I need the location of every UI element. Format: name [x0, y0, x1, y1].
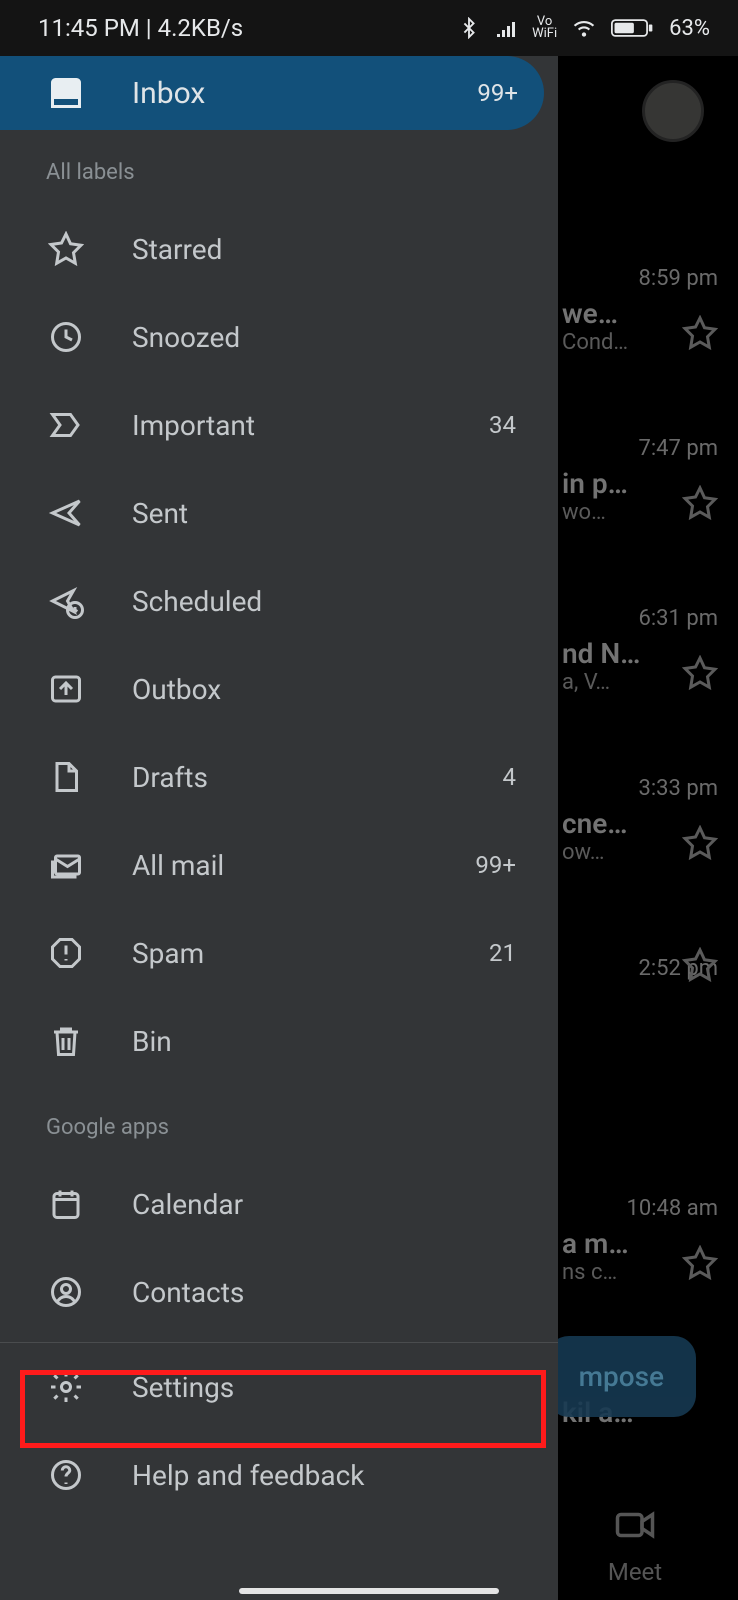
bottom-nav-meet[interactable]: Meet — [562, 1504, 708, 1586]
mail-time: 10:48 am — [562, 1196, 718, 1221]
drawer-item-all-mail[interactable]: All mail 99+ — [0, 821, 558, 909]
all-mail-icon — [48, 847, 84, 883]
drawer-item-contacts[interactable]: Contacts — [0, 1248, 558, 1336]
drawer-item-label: Starred — [132, 233, 516, 266]
drawer-item-label: Scheduled — [132, 585, 516, 618]
drawer-item-label: Help and feedback — [132, 1459, 516, 1492]
mail-item[interactable]: 6:31 pm nd N… a, V… — [562, 606, 718, 695]
drawer-item-snoozed[interactable]: Snoozed — [0, 293, 558, 381]
compose-button[interactable]: mpose — [547, 1336, 696, 1417]
drawer-item-inbox[interactable]: Inbox 99+ — [0, 56, 544, 130]
calendar-icon — [48, 1186, 84, 1222]
mail-snippet: ns c… — [562, 1260, 617, 1285]
star-icon[interactable] — [682, 1245, 718, 1285]
vowifi-indicator: Vo WiFi — [532, 16, 557, 40]
gesture-bar — [239, 1588, 499, 1594]
contacts-icon — [48, 1274, 84, 1310]
scheduled-icon — [48, 583, 84, 619]
battery-icon — [611, 17, 655, 39]
drawer-item-scheduled[interactable]: Scheduled — [0, 557, 558, 645]
section-google-apps: Google apps — [0, 1085, 558, 1160]
navigation-drawer: Inbox 99+ All labels Starred Snoozed Imp… — [0, 56, 558, 1600]
drawer-item-label: Contacts — [132, 1276, 516, 1309]
mail-item[interactable]: 10:48 am a m… ns c… — [562, 1196, 718, 1285]
drawer-item-important[interactable]: Important 34 — [0, 381, 558, 469]
section-all-labels: All labels — [0, 130, 558, 205]
mail-time: 6:31 pm — [562, 606, 718, 631]
battery-percent: 63% — [669, 16, 710, 41]
wifi-icon — [571, 15, 597, 41]
status-bar: 11:45 PM | 4.2KB/s Vo WiFi 63% — [0, 0, 738, 56]
drawer-item-settings[interactable]: Settings — [0, 1343, 558, 1431]
drawer-item-sent[interactable]: Sent — [0, 469, 558, 557]
drawer-item-label: Sent — [132, 497, 516, 530]
file-icon — [48, 759, 84, 795]
clock-icon — [48, 319, 84, 355]
status-time: 11:45 PM — [38, 14, 140, 42]
meet-label: Meet — [562, 1558, 708, 1586]
sent-icon — [48, 495, 84, 531]
star-icon[interactable] — [682, 315, 718, 355]
mail-item[interactable]: 2:52 pm — [562, 956, 718, 987]
meet-icon — [562, 1504, 708, 1556]
mail-snippet: wo… — [562, 500, 606, 525]
drawer-item-label: Calendar — [132, 1188, 516, 1221]
status-left: 11:45 PM | 4.2KB/s — [38, 14, 243, 42]
star-icon[interactable] — [682, 825, 718, 865]
avatar[interactable] — [642, 80, 704, 142]
drawer-item-starred[interactable]: Starred — [0, 205, 558, 293]
drawer-item-label: Spam — [132, 937, 489, 970]
drawer-item-label: Inbox — [132, 76, 477, 111]
drawer-item-count: 99+ — [475, 851, 516, 879]
drawer-item-count: 4 — [503, 763, 517, 791]
star-icon[interactable] — [682, 655, 718, 695]
drawer-item-label: Settings — [132, 1371, 516, 1404]
drawer-item-label: Important — [132, 409, 489, 442]
drawer-item-count: 99+ — [477, 79, 518, 107]
mail-snippet: a, V… — [562, 670, 610, 695]
important-icon — [48, 407, 84, 443]
drawer-item-drafts[interactable]: Drafts 4 — [0, 733, 558, 821]
drawer-item-calendar[interactable]: Calendar — [0, 1160, 558, 1248]
mail-time: 8:59 pm — [562, 266, 718, 291]
star-icon[interactable] — [682, 947, 718, 987]
star-icon[interactable] — [682, 485, 718, 525]
status-right: Vo WiFi 63% — [458, 15, 710, 41]
mail-snippet: Cond… — [562, 330, 628, 355]
bluetooth-icon — [458, 17, 480, 39]
mail-item[interactable]: 3:33 pm cne… ow… — [562, 776, 718, 865]
drawer-item-label: Snoozed — [132, 321, 516, 354]
outbox-icon — [48, 671, 84, 707]
gear-icon — [48, 1369, 84, 1405]
inbox-icon — [48, 75, 84, 111]
cellular-signal-icon — [494, 16, 518, 40]
trash-icon — [48, 1023, 84, 1059]
drawer-item-count: 34 — [489, 411, 516, 439]
drawer-item-count: 21 — [489, 939, 516, 967]
spam-icon — [48, 935, 84, 971]
drawer-item-label: Outbox — [132, 673, 516, 706]
mail-item[interactable]: 7:47 pm in p… wo… — [562, 436, 718, 525]
drawer-item-outbox[interactable]: Outbox — [0, 645, 558, 733]
mail-item[interactable]: 8:59 pm we… Cond… — [562, 266, 718, 355]
drawer-item-label: Drafts — [132, 761, 503, 794]
drawer-item-bin[interactable]: Bin — [0, 997, 558, 1085]
drawer-item-help[interactable]: Help and feedback — [0, 1431, 558, 1519]
mail-time: 3:33 pm — [562, 776, 718, 801]
help-icon — [48, 1457, 84, 1493]
star-icon — [48, 231, 84, 267]
drawer-item-spam[interactable]: Spam 21 — [0, 909, 558, 997]
mail-time: 7:47 pm — [562, 436, 718, 461]
mail-snippet: ow… — [562, 840, 604, 865]
drawer-item-label: Bin — [132, 1025, 516, 1058]
status-net-speed: 4.2KB/s — [158, 14, 244, 42]
drawer-item-label: All mail — [132, 849, 475, 882]
